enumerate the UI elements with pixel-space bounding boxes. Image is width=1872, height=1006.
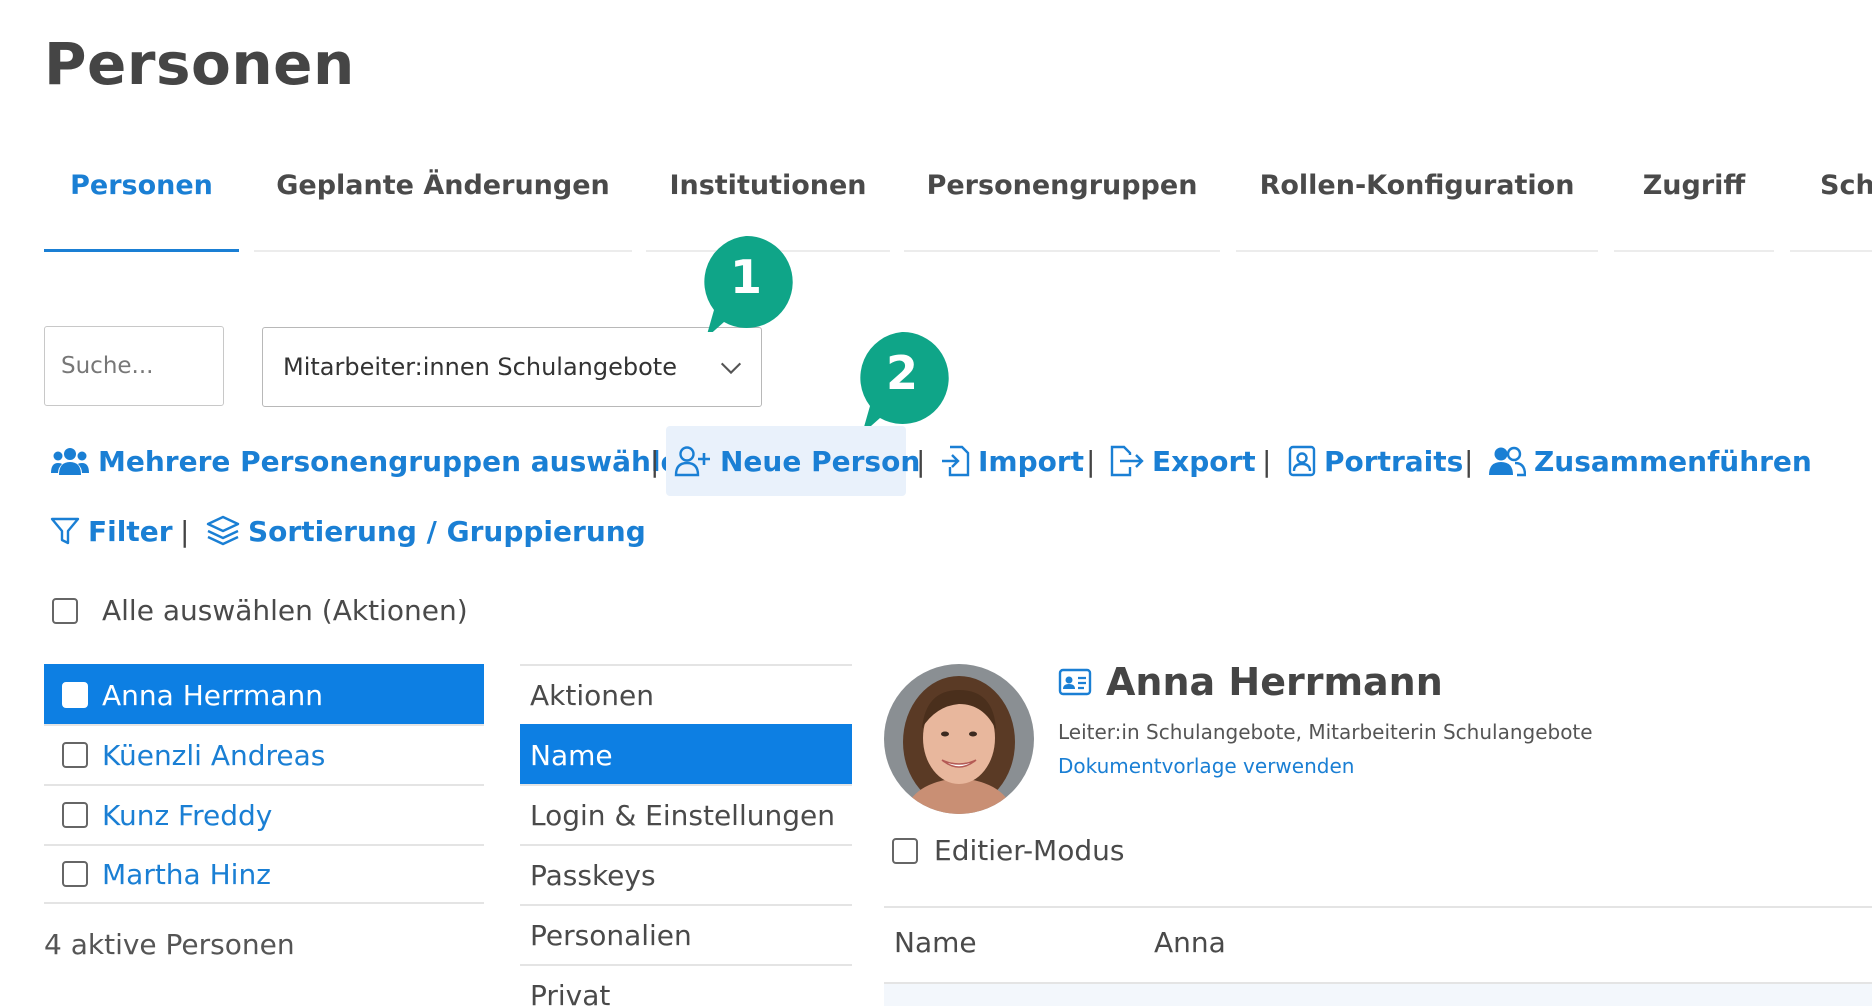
- section-list: Aktionen Name Login & Einstellungen Pass…: [520, 664, 852, 1006]
- layers-icon: [206, 515, 240, 546]
- portraits-button[interactable]: Portraits: [1288, 426, 1463, 496]
- person-group-select-value: Mitarbeiter:innen Schulangebote: [283, 353, 677, 381]
- person-list: Anna Herrmann Küenzli Andreas Kunz Fredd…: [44, 664, 484, 904]
- tab-bar: Personen Geplante Änderungen Institution…: [0, 140, 1872, 252]
- tab-sch[interactable]: Sch: [1790, 140, 1872, 252]
- user-plus-icon: [674, 446, 710, 477]
- portrait-icon: [1288, 445, 1316, 477]
- import-button[interactable]: Import: [940, 426, 1084, 496]
- multi-groups-button[interactable]: Mehrere Personengruppen auswählen: [50, 426, 699, 496]
- users-group-icon: [51, 448, 89, 475]
- users-merge-icon: [1489, 446, 1526, 477]
- tab-zugriff[interactable]: Zugriff: [1614, 140, 1774, 252]
- document-template-link[interactable]: Dokumentvorlage verwenden: [1058, 754, 1354, 778]
- person-name-heading: Anna Herrmann: [1058, 660, 1443, 704]
- action-toolbar: Mehrere Personengruppen auswählen | Neue…: [44, 426, 1844, 496]
- merge-button[interactable]: Zusammenführen: [1488, 426, 1812, 496]
- tab-rollen-konfiguration[interactable]: Rollen-Konfiguration: [1236, 140, 1598, 252]
- select-all[interactable]: Alle auswählen (Aktionen): [52, 594, 468, 627]
- divider: [884, 906, 1872, 908]
- field-value-name: Anna: [1154, 926, 1226, 959]
- section-item-name[interactable]: Name: [520, 724, 852, 784]
- export-button[interactable]: Export: [1110, 426, 1256, 496]
- tab-personen[interactable]: Personen: [44, 140, 239, 252]
- new-person-button[interactable]: Neue Person: [666, 426, 920, 496]
- select-all-checkbox[interactable]: [52, 597, 78, 624]
- section-item-login[interactable]: Login & Einstellungen: [520, 784, 852, 844]
- avatar: [884, 664, 1034, 814]
- person-count: 4 aktive Personen: [44, 928, 295, 961]
- next-row: [884, 984, 1872, 1006]
- export-icon: [1110, 445, 1144, 477]
- chevron-down-icon: [720, 362, 742, 375]
- filter-button[interactable]: Filter: [50, 496, 173, 566]
- section-item-passkeys[interactable]: Passkeys: [520, 844, 852, 904]
- person-group-select[interactable]: Mitarbeiter:innen Schulangebote: [262, 327, 762, 407]
- edit-mode-checkbox[interactable]: [892, 837, 918, 864]
- section-item-personalien[interactable]: Personalien: [520, 904, 852, 964]
- tab-geplante-aenderungen[interactable]: Geplante Änderungen: [254, 140, 632, 252]
- person-checkbox[interactable]: [62, 682, 88, 708]
- filter-toolbar: Filter | Sortierung / Gruppierung: [44, 496, 744, 566]
- id-card-icon: [1058, 668, 1092, 696]
- callout-badge-2: 2: [854, 331, 950, 434]
- person-checkbox[interactable]: [62, 861, 88, 887]
- person-row[interactable]: Martha Hinz: [44, 844, 484, 904]
- section-item-aktionen[interactable]: Aktionen: [520, 664, 852, 724]
- person-row[interactable]: Kunz Freddy: [44, 784, 484, 844]
- person-checkbox[interactable]: [62, 742, 88, 768]
- person-roles: Leiter:in Schulangebote, Mitarbeiterin S…: [1058, 720, 1593, 744]
- field-label-name: Name: [894, 926, 977, 959]
- person-row[interactable]: Anna Herrmann: [44, 664, 484, 724]
- sort-group-button[interactable]: Sortierung / Gruppierung: [206, 496, 646, 566]
- page-title: Personen: [44, 30, 355, 98]
- callout-badge-1: 1: [698, 235, 794, 338]
- section-item-privat[interactable]: Privat: [520, 964, 852, 1006]
- search-input[interactable]: [44, 326, 224, 406]
- person-row[interactable]: Küenzli Andreas: [44, 724, 484, 784]
- edit-mode-toggle[interactable]: Editier-Modus: [892, 834, 1124, 867]
- person-checkbox[interactable]: [62, 802, 88, 828]
- import-icon: [942, 445, 970, 477]
- filter-icon: [50, 517, 80, 545]
- tab-personengruppen[interactable]: Personengruppen: [904, 140, 1220, 252]
